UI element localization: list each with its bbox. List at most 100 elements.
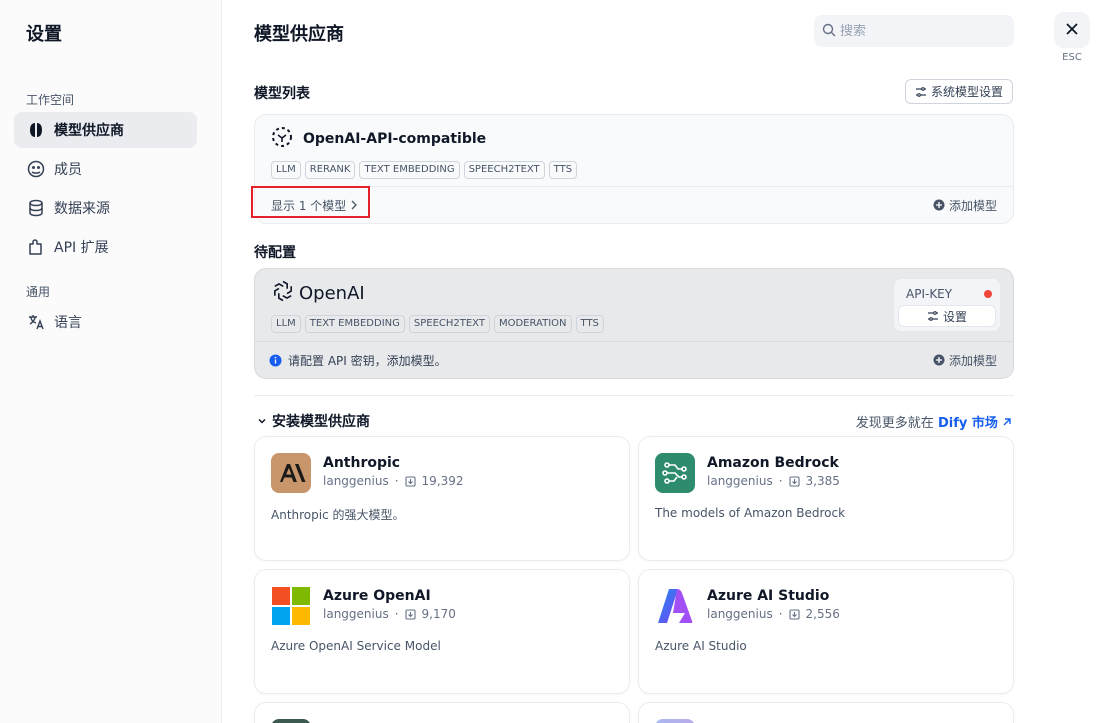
install-providers-toggle[interactable]: 安装模型供应商 — [256, 411, 370, 431]
sliders-icon — [915, 86, 927, 98]
model-type-tags: LLM RERANK TEXT EMBEDDING SPEECH2TEXT TT… — [271, 161, 997, 179]
sidebar-item-members[interactable]: 成员 — [14, 151, 197, 187]
separator-dot: · — [778, 607, 783, 621]
plus-circle-icon — [933, 354, 945, 366]
bedrock-logo-icon — [655, 453, 695, 493]
download-icon — [788, 475, 800, 487]
info-icon — [269, 354, 282, 367]
provider-logo-icon — [655, 719, 695, 723]
section-divider — [254, 395, 1014, 396]
install-count: 9,170 — [421, 607, 456, 621]
group-label-general: 通用 — [26, 285, 51, 299]
sidebar-item-label: API 扩展 — [54, 240, 109, 256]
provider-meta: langgenius · 2,556 — [707, 607, 840, 621]
chevron-down-icon — [256, 415, 268, 427]
database-icon — [26, 198, 46, 218]
provider-name: Azure OpenAI — [323, 588, 431, 604]
model-type-tags: LLM TEXT EMBEDDING SPEECH2TEXT MODERATIO… — [271, 315, 997, 333]
add-model-label: 添加模型 — [948, 198, 997, 213]
system-model-settings-label: 系统模型设置 — [930, 85, 1003, 99]
marketplace-link[interactable]: 发现更多就在 Dify 市场 — [856, 412, 1012, 431]
market-prefix: 发现更多就在 — [855, 416, 934, 431]
show-models-label: 显示 1 个模型 — [271, 198, 347, 213]
provider-description: Anthropic 的强大模型。 — [271, 508, 405, 522]
search-box[interactable] — [814, 15, 1014, 47]
esc-label: ESC — [1062, 52, 1082, 63]
provider-card-openai: OpenAI LLM TEXT EMBEDDING SPEECH2TEXT MO… — [254, 268, 1014, 379]
translate-icon — [26, 312, 46, 332]
tag: LLM — [271, 315, 301, 333]
provider-name: OpenAI — [299, 282, 365, 304]
provider-card-partial[interactable] — [638, 702, 1014, 723]
api-key-settings-button[interactable]: 设置 — [898, 305, 996, 327]
anthropic-logo-icon — [271, 453, 311, 493]
search-icon — [822, 22, 836, 41]
sidebar-item-language[interactable]: 语言 — [14, 304, 197, 340]
tag: SPEECH2TEXT — [408, 315, 490, 333]
provider-description: Azure OpenAI Service Model — [271, 639, 441, 653]
plus-circle-icon — [933, 199, 945, 211]
provider-card-partial[interactable] — [254, 702, 630, 723]
provider-author: langgenius — [323, 474, 389, 488]
install-count: 2,556 — [805, 607, 840, 621]
show-models-button[interactable]: 显示 1 个模型 — [265, 194, 364, 217]
add-model-button[interactable]: 添加模型 — [933, 352, 997, 369]
tag: SPEECH2TEXT — [463, 161, 545, 179]
settings-sidebar: 设置 工作空间 模型供应商 成员 数据来源 API 扩展 通用 语言 — [0, 0, 222, 723]
provider-card-azure-ai-studio[interactable]: Azure AI Studio langgenius · 2,556 Azure… — [638, 569, 1014, 694]
tag: TEXT EMBEDDING — [359, 161, 460, 179]
azure-logo-icon — [655, 586, 695, 626]
market-link-text: Dify 市场 — [937, 416, 998, 431]
sidebar-item-label: 语言 — [54, 315, 82, 331]
install-count: 3,385 — [805, 474, 840, 488]
model-list-label: 模型列表 — [254, 86, 310, 102]
close-button[interactable] — [1054, 12, 1090, 48]
provider-name: Amazon Bedrock — [707, 455, 839, 471]
sidebar-item-label: 成员 — [54, 162, 82, 178]
install-count: 19,392 — [421, 474, 464, 488]
page-title: 模型供应商 — [254, 24, 344, 45]
provider-card-anthropic[interactable]: Anthropic langgenius · 19,392 Anthropic … — [254, 436, 630, 561]
provider-name: Anthropic — [323, 455, 401, 471]
sidebar-item-api-extensions[interactable]: API 扩展 — [14, 229, 197, 265]
pending-label: 待配置 — [254, 245, 296, 261]
install-providers-label: 安装模型供应商 — [272, 414, 370, 430]
provider-name: Azure AI Studio — [707, 588, 830, 604]
api-key-panel: API-KEY 设置 — [893, 278, 1001, 332]
add-model-button[interactable]: 添加模型 — [933, 197, 997, 214]
system-model-settings-button[interactable]: 系统模型设置 — [905, 79, 1013, 104]
tag: RERANK — [304, 161, 356, 179]
sidebar-item-data-sources[interactable]: 数据来源 — [14, 190, 197, 226]
sidebar-item-model-providers[interactable]: 模型供应商 — [14, 112, 197, 148]
card-footer: 显示 1 个模型 添加模型 — [255, 186, 1013, 223]
info-text: 请配置 API 密钥，添加模型。 — [288, 353, 447, 368]
sidebar-item-label: 数据来源 — [54, 201, 110, 217]
provider-meta: langgenius · 9,170 — [323, 607, 456, 621]
sidebar-title: 设置 — [26, 24, 62, 45]
tag: TTS — [575, 315, 604, 333]
members-icon — [26, 159, 46, 179]
puzzle-icon — [26, 237, 46, 257]
provider-card-amazon-bedrock[interactable]: Amazon Bedrock langgenius · 3,385 The mo… — [638, 436, 1014, 561]
provider-author: langgenius — [323, 607, 389, 621]
provider-meta: langgenius · 19,392 — [323, 474, 464, 488]
openai-logo-icon — [271, 279, 295, 307]
provider-card-azure-openai[interactable]: Azure OpenAI langgenius · 9,170 Azure Op… — [254, 569, 630, 694]
chevron-right-icon — [350, 200, 358, 210]
card-footer: 请配置 API 密钥，添加模型。 添加模型 — [255, 341, 1013, 378]
provider-author: langgenius — [707, 474, 773, 488]
tag: MODERATION — [493, 315, 572, 333]
settings-label: 设置 — [942, 309, 967, 324]
brain-icon — [26, 120, 46, 140]
tag: TEXT EMBEDDING — [304, 315, 405, 333]
api-key-info: 请配置 API 密钥，添加模型。 — [269, 352, 447, 369]
close-icon — [1065, 21, 1079, 40]
openai-compatible-icon — [271, 126, 293, 152]
download-icon — [404, 608, 416, 620]
api-key-label: API-KEY — [906, 287, 953, 301]
tag: TTS — [548, 161, 578, 179]
search-input[interactable] — [840, 23, 1000, 39]
sidebar-item-label: 模型供应商 — [54, 123, 124, 139]
tag: LLM — [271, 161, 301, 179]
sliders-icon — [927, 310, 939, 322]
